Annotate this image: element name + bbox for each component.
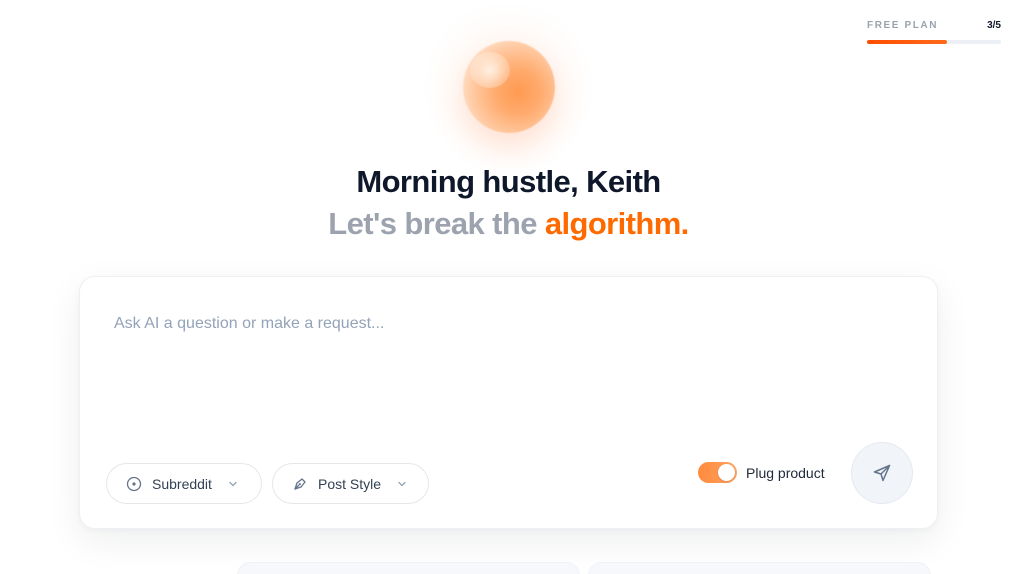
post-style-label: Post Style — [318, 475, 382, 492]
greeting-heading: Morning hustle, Keith — [356, 164, 661, 199]
suggestion-card[interactable] — [588, 562, 931, 574]
subreddit-dropdown[interactable]: Subreddit — [106, 463, 262, 504]
pen-nib-icon — [291, 475, 309, 493]
chevron-down-icon — [396, 478, 408, 490]
prompt-card: Subreddit Post Style Plug produc — [79, 276, 938, 529]
plan-label: FREE PLAN — [867, 19, 939, 31]
plan-usage: FREE PLAN 3/5 — [867, 19, 1001, 44]
toggle-knob — [718, 464, 735, 481]
plan-count: 3/5 — [987, 19, 1001, 31]
post-style-dropdown[interactable]: Post Style — [272, 463, 429, 504]
tagline: Let's break the algorithm. — [0, 206, 1017, 242]
orb-highlight — [470, 52, 510, 88]
subreddit-label: Subreddit — [152, 475, 212, 492]
subreddit-circle-icon — [125, 475, 143, 493]
plug-product-label: Plug product — [746, 464, 825, 481]
tagline-accent: algorithm. — [544, 206, 689, 241]
plug-product-toggle[interactable] — [698, 462, 737, 483]
suggestion-card[interactable] — [237, 562, 580, 574]
send-button[interactable] — [851, 442, 913, 504]
plan-progress-track — [867, 40, 1001, 44]
send-icon — [872, 463, 892, 483]
chevron-down-icon — [227, 478, 239, 490]
tagline-prefix: Let's break the — [328, 206, 545, 241]
home-page: FREE PLAN 3/5 Morning hustle, Keith Let'… — [0, 0, 1024, 574]
prompt-input[interactable] — [114, 315, 894, 333]
plan-progress-fill — [867, 40, 948, 44]
plug-product-control: Plug product — [698, 462, 825, 483]
